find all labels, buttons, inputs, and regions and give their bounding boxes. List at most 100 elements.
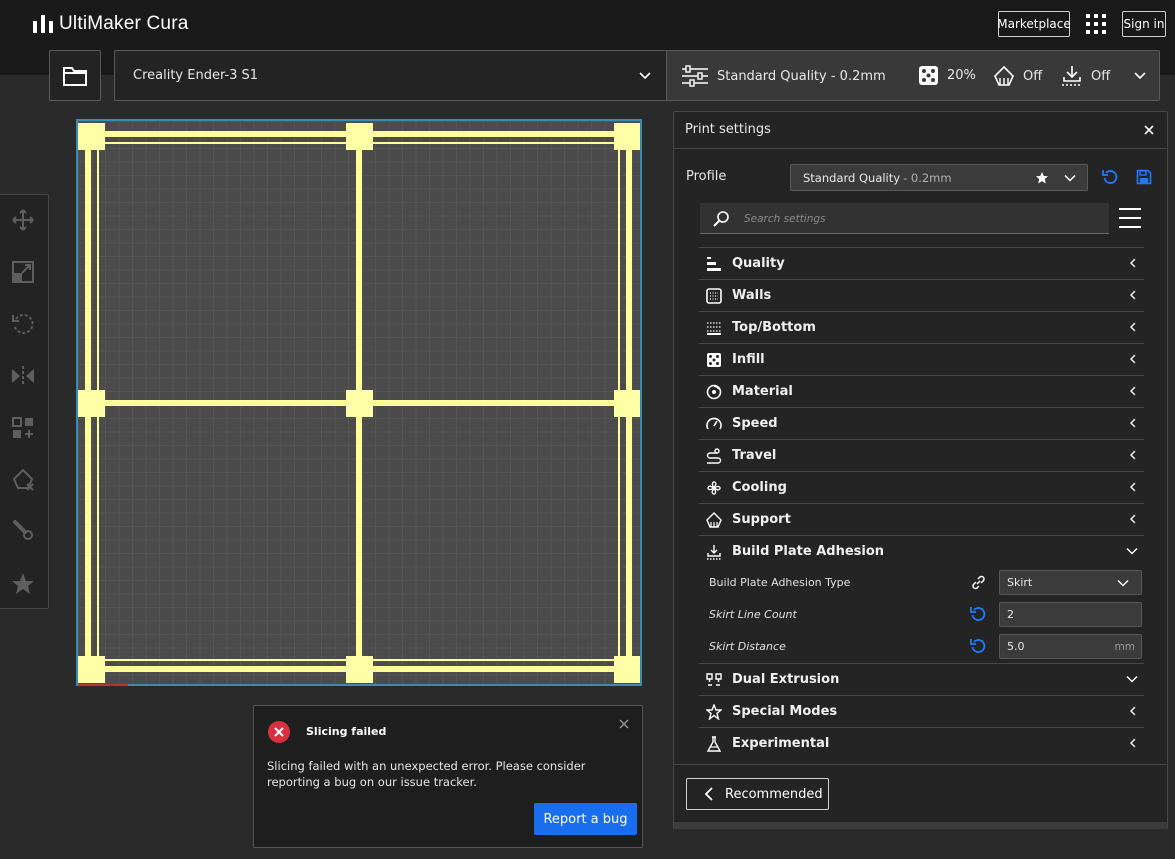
tool-bar [0, 194, 49, 609]
search-input[interactable] [744, 210, 1084, 227]
mirror-icon [12, 366, 34, 386]
link-icon[interactable] [970, 574, 987, 591]
chevron-down-icon [1064, 174, 1076, 182]
infill-summary: 20% [918, 65, 976, 86]
category-experimental[interactable]: Experimental [699, 727, 1144, 759]
profile-name: Standard Quality [803, 170, 901, 185]
quality-icon [707, 257, 721, 271]
error-icon [268, 721, 290, 743]
slicing-error-message: Slicing failed Slicing failed with an un… [253, 705, 643, 848]
category-label: Travel [732, 448, 777, 463]
recommended-label: Recommended [725, 786, 823, 802]
printer-name: Creality Ender-3 S1 [133, 68, 259, 83]
category-quality[interactable]: Quality [699, 247, 1144, 279]
support-value: Off [1023, 68, 1043, 84]
category-build-plate-adhesion[interactable]: Build Plate Adhesion [699, 535, 1144, 567]
chevron-down-icon [1134, 72, 1146, 80]
top-bottom-icon [707, 322, 721, 335]
category-label: Material [732, 384, 793, 399]
save-icon[interactable] [1136, 169, 1152, 185]
build-plate-viewport[interactable] [76, 119, 642, 686]
model-preview [78, 123, 640, 683]
report-bug-button[interactable]: Report a bug [534, 803, 637, 835]
chevron-left-icon [1130, 386, 1136, 396]
dual-extrusion-icon [706, 673, 722, 686]
category-label: Special Modes [732, 704, 838, 719]
category-label: Cooling [732, 480, 787, 495]
apps-grid-icon[interactable] [1086, 14, 1106, 34]
move-tool[interactable] [10, 207, 36, 233]
support-summary: Off [993, 65, 1042, 87]
chevron-down-icon [1117, 580, 1129, 587]
category-support[interactable]: Support [699, 503, 1144, 535]
category-label: Experimental [732, 736, 830, 751]
category-speed[interactable]: Speed [699, 407, 1144, 439]
chevron-down-icon [639, 72, 651, 80]
speed-icon [706, 417, 722, 430]
support-icon [994, 65, 1014, 86]
category-travel[interactable]: Travel [699, 439, 1144, 471]
chevron-left-icon [1130, 514, 1136, 524]
category-label: Dual Extrusion [732, 672, 840, 687]
panel-header: Print settings [674, 112, 1167, 149]
adhesion-type-select[interactable]: Skirt [999, 570, 1142, 595]
app-logo: UltiMaker Cura [33, 12, 189, 36]
fan-icon [707, 481, 721, 495]
print-setup-selector[interactable]: Standard Quality - 0.2mm 20% Off Off [667, 50, 1160, 101]
chevron-left-icon [1130, 418, 1136, 428]
skirt-line-count-value: 2 [1007, 608, 1014, 621]
close-icon[interactable] [618, 718, 630, 730]
printer-selector[interactable]: Creality Ender-3 S1 [114, 50, 667, 101]
per-model-settings-tool[interactable] [10, 415, 36, 441]
setting-label: Build Plate Adhesion Type [709, 576, 851, 589]
setting-skirt-line-count: Skirt Line Count 2 [699, 599, 1144, 631]
marketplace-button[interactable]: Marketplace [997, 11, 1071, 37]
adhesion-type-value: Skirt [1007, 576, 1033, 589]
reset-icon[interactable] [1102, 169, 1118, 185]
close-icon[interactable] [1143, 124, 1155, 136]
chevron-left-icon [704, 787, 713, 801]
sliders-icon [682, 65, 708, 87]
scale-tool[interactable] [10, 259, 36, 285]
open-file-button[interactable] [49, 50, 101, 101]
profile-selector[interactable]: Standard Quality - 0.2mm [790, 164, 1088, 191]
category-material[interactable]: Material [699, 375, 1144, 407]
profile-label: Profile [686, 169, 727, 184]
mirror-tool[interactable] [10, 363, 36, 389]
category-walls[interactable]: Walls [699, 279, 1144, 311]
category-special-modes[interactable]: Special Modes [699, 695, 1144, 727]
settings-menu-icon[interactable] [1119, 208, 1141, 228]
support-blocker-tool[interactable] [10, 467, 36, 493]
category-cooling[interactable]: Cooling [699, 471, 1144, 503]
skirt-distance-input[interactable]: 5.0 mm [999, 634, 1142, 659]
material-icon [706, 384, 722, 400]
plugin-tool[interactable] [10, 571, 36, 597]
profile-layer-height: - 0.2mm [903, 170, 952, 185]
per-model-settings-icon [12, 417, 33, 438]
quality-summary: Standard Quality - 0.2mm [681, 65, 886, 87]
rotate-tool[interactable] [10, 311, 36, 337]
paint-tool[interactable] [10, 517, 36, 543]
skirt-distance-value: 5.0 [1007, 640, 1025, 653]
settings-categories: Quality Walls Top/Bottom Infill Material [699, 247, 1144, 759]
chevron-left-icon [1130, 738, 1136, 748]
category-infill[interactable]: Infill [699, 343, 1144, 375]
category-top-bottom[interactable]: Top/Bottom [699, 311, 1144, 343]
skirt-line-count-input[interactable]: 2 [999, 602, 1142, 627]
recommended-button[interactable]: Recommended [686, 778, 829, 810]
category-label: Build Plate Adhesion [732, 544, 885, 559]
sign-in-button[interactable]: Sign in [1122, 11, 1166, 37]
star-icon [1036, 172, 1048, 184]
chevron-down-icon [1126, 548, 1138, 555]
adhesion-value: Off [1091, 68, 1111, 84]
chevron-left-icon [1130, 354, 1136, 364]
app-name: UltiMaker Cura [59, 13, 189, 34]
panel-resize-handle[interactable] [674, 822, 1167, 829]
reset-icon[interactable] [970, 638, 986, 654]
star-tool-icon [12, 573, 34, 594]
search-settings[interactable] [700, 203, 1109, 234]
support-icon [706, 512, 722, 528]
chevron-left-icon [1130, 290, 1136, 300]
category-dual-extrusion[interactable]: Dual Extrusion [699, 663, 1144, 695]
reset-icon[interactable] [970, 606, 986, 622]
